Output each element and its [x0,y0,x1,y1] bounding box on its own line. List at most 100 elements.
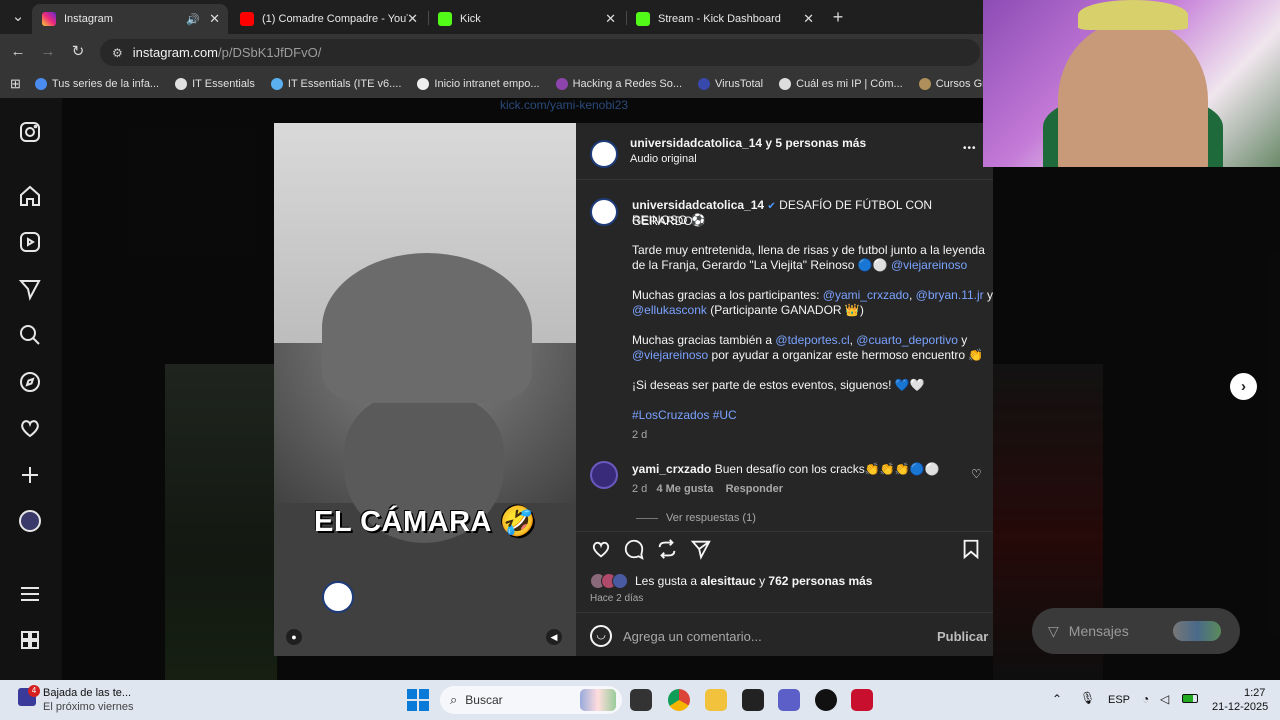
home-icon[interactable] [18,184,42,208]
teams-icon[interactable] [778,689,800,711]
comment-icon[interactable] [623,538,645,565]
save-icon[interactable] [960,538,982,565]
likers-avatars[interactable] [590,573,632,589]
volume-icon[interactable]: ◀ [546,629,562,645]
bookmark[interactable]: Tus series de la infa... [34,78,159,90]
mention-link[interactable]: @ellukasconk [632,303,707,317]
share-icon[interactable] [690,538,712,565]
reels-icon[interactable] [18,230,42,254]
forward-icon[interactable]: → [38,42,58,62]
liker-username[interactable]: alesittauc [700,574,755,588]
emoji-icon[interactable]: ◡ [590,625,612,647]
tab-search-icon[interactable]: ⌄ [8,7,28,27]
explore-icon[interactable] [18,370,42,394]
more-apps-icon[interactable] [18,628,42,652]
clock-time[interactable]: 1:27 [1244,687,1265,699]
reel-video[interactable]: EL CÁMARA 🤣 ● ◀ [274,123,576,656]
obs-icon[interactable] [815,689,837,711]
comment-input[interactable]: Agrega un comentario... [623,629,762,644]
tab-youtube[interactable]: (1) Comadre Compadre - YouTu ✕ [230,4,426,34]
close-icon[interactable]: ✕ [605,11,616,27]
kick-icon [438,12,452,26]
widgets-icon[interactable] [580,689,616,711]
close-icon[interactable]: ✕ [407,11,418,27]
comment-like-icon[interactable]: ♡ [971,467,982,482]
microphone-icon[interactable]: 🎙 [1080,691,1095,705]
likes-count[interactable]: 762 personas más [768,574,872,588]
notification-subtitle[interactable]: El próximo viernes [43,701,133,713]
instagram-logo-icon[interactable] [18,120,42,144]
avatar[interactable] [590,198,618,226]
profile-avatar-icon[interactable] [18,509,42,533]
messages-button[interactable]: ▽ Mensajes [1032,608,1240,654]
reply-button[interactable]: Responder [726,483,783,495]
windows-start-icon-tile [407,701,417,711]
audio-label[interactable]: Audio original [630,152,697,167]
mention-link[interactable]: @cuarto_deportivo [856,333,958,347]
language-indicator[interactable]: ESP [1108,694,1130,706]
caption-p2-line2: @ellukasconk (Participante GANADOR 👑) [632,303,864,317]
bookmark[interactable]: IT Essentials [175,78,255,90]
next-post-button[interactable]: › [1230,373,1257,400]
mention-link[interactable]: @tdeportes.cl [775,333,849,347]
browser-toolbar: ← → ↻ ⚙ instagram.com /p/DSbK1JfDFvO/ [0,34,983,70]
wifi-icon[interactable]: ◔ [1142,692,1149,706]
bookmark-icon [270,78,283,90]
reload-icon[interactable]: ↻ [68,42,88,62]
clock-date[interactable]: 21-12-2025 [1212,701,1268,713]
hashtags-link[interactable]: #LosCruzados #UC [632,408,737,423]
tab-instagram[interactable]: Instagram 🔊 ✕ [32,4,228,34]
tab-kick[interactable]: Kick ✕ [428,4,624,34]
close-icon[interactable]: ✕ [209,11,220,27]
header-collaborators[interactable]: y 5 personas más [762,136,866,150]
mention-link[interactable]: @bryan.11.jr [916,288,984,302]
more-options-icon[interactable]: ••• [963,141,977,156]
epic-games-icon[interactable] [742,689,764,711]
tagged-user-icon[interactable]: ● [286,629,302,645]
chrome-icon[interactable] [668,689,690,711]
mention-link[interactable]: @viejareinoso [632,348,708,362]
comment-username[interactable]: yami_crxzado [632,462,711,476]
comment: yami_crxzado Buen desafío con los cracks… [632,462,940,477]
direct-icon[interactable] [18,277,42,301]
header-username[interactable]: universidadcatolica_14 [630,136,762,150]
repost-icon[interactable] [656,538,678,565]
avatar[interactable] [590,140,618,168]
avatar[interactable] [590,461,618,489]
tray-overflow-icon[interactable]: ⌃ [1052,692,1062,706]
mention-link[interactable]: @viejareinoso [891,258,967,272]
mcafee-icon[interactable] [851,689,873,711]
address-bar[interactable]: ⚙ instagram.com /p/DSbK1JfDFvO/ [100,39,980,66]
bookmark[interactable]: IT Essentials (ITE v6.... [270,78,401,90]
battery-icon[interactable] [1182,694,1198,703]
notification-title[interactable]: Bajada de las te... [43,687,131,699]
view-replies-button[interactable]: Ver respuestas (1) [636,511,756,526]
bookmark[interactable]: Hacking a Redes So... [555,78,682,90]
new-tab-button[interactable]: + [828,7,848,27]
apps-grid-icon[interactable]: ⊞ [10,76,21,92]
mention-link[interactable]: @yami_crxzado [823,288,909,302]
author-username[interactable]: universidadcatolica_14 [632,198,764,212]
bookmark[interactable]: Inicio intranet empo... [417,78,540,90]
like-icon[interactable] [590,538,612,565]
create-icon[interactable] [18,463,42,487]
youtube-icon [240,12,254,26]
close-icon[interactable]: ✕ [803,11,814,27]
instagram-page: kick.com/yami-kenobi23 EL CÁMARA 🤣 ● ◀ u… [0,98,1280,680]
tab-kick-dashboard[interactable]: Stream - Kick Dashboard ✕ [626,4,822,34]
windows-start-icon[interactable] [407,689,429,711]
webcam-overlay [983,0,1280,167]
search-icon[interactable] [18,323,42,347]
file-explorer-icon[interactable] [705,689,727,711]
comment-likes[interactable]: 4 Me gusta [656,483,713,495]
bookmark[interactable]: VirusTotal [698,78,763,90]
volume-icon[interactable]: ◁ [1160,692,1169,706]
audio-playing-icon[interactable]: 🔊 [186,13,200,26]
back-icon[interactable]: ← [8,42,28,62]
menu-icon[interactable] [18,582,42,606]
publish-button[interactable]: Publicar [937,629,988,644]
heart-icon[interactable] [18,416,42,440]
site-info-icon[interactable]: ⚙ [112,46,123,60]
task-view-icon[interactable] [630,689,652,711]
bookmark[interactable]: Cuál es mi IP | Cóm... [779,78,903,90]
